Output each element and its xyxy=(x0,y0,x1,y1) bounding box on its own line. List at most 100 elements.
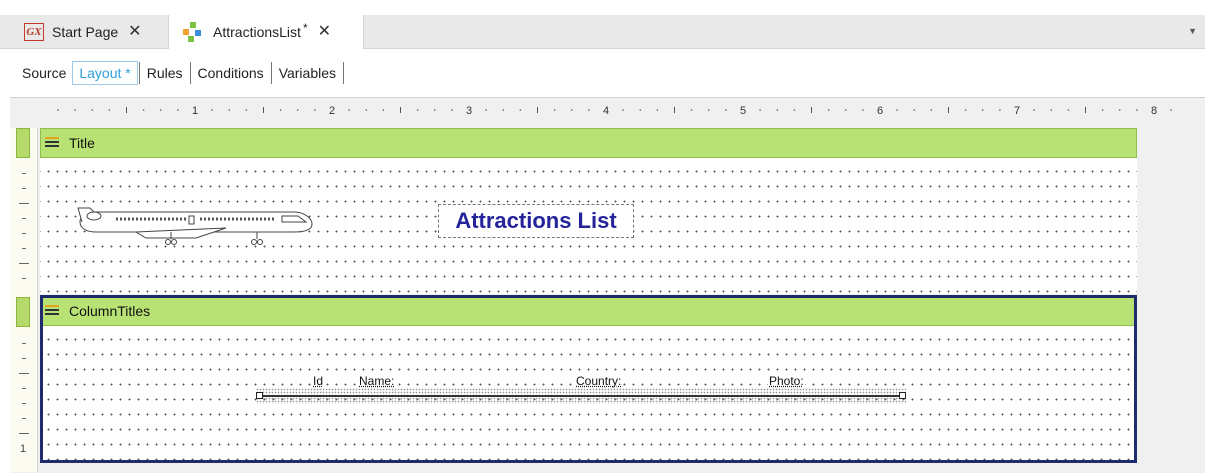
ruler-tick xyxy=(913,109,916,111)
ruler-number: 8 xyxy=(1151,105,1157,117)
ruler-tick xyxy=(1101,109,1104,111)
tab-attractions-list[interactable]: AttractionsList * ✕ xyxy=(168,15,364,49)
ruler-tick xyxy=(999,109,1001,111)
ruler-tick xyxy=(896,109,898,111)
vertical-ruler: 1 xyxy=(10,128,38,472)
line-bar xyxy=(260,395,902,397)
ruler-tick xyxy=(245,109,248,111)
airplane-image[interactable] xyxy=(76,202,316,246)
ruler-tick xyxy=(142,109,145,111)
ruler-number: 6 xyxy=(877,105,883,117)
ruler-tick xyxy=(793,109,796,111)
ruler-tick xyxy=(1170,109,1172,111)
ruler-tick xyxy=(365,109,368,111)
dirty-marker: * xyxy=(302,21,308,35)
ruler-tick xyxy=(228,109,231,111)
band-header-columntitles[interactable]: ColumnTitles xyxy=(40,296,1137,326)
vertical-ruler-tick xyxy=(22,388,26,389)
vertical-ruler-tick xyxy=(22,358,26,359)
vertical-ruler-tick xyxy=(19,373,29,374)
resize-handle-left[interactable] xyxy=(256,392,263,399)
band-lines-icon xyxy=(43,304,61,318)
ruler-tick xyxy=(348,109,350,111)
ruler-tick xyxy=(827,109,830,111)
ruler-tick xyxy=(622,109,624,111)
ruler-number: 7 xyxy=(1014,105,1020,117)
band-columntitles-label: ColumnTitles xyxy=(69,303,151,319)
ruler-tick xyxy=(416,109,419,111)
ruler-tick xyxy=(279,109,282,111)
ruler-tick xyxy=(964,109,967,111)
gx-icon: GX xyxy=(24,22,44,41)
vertical-ruler-tick xyxy=(19,203,29,204)
ruler-tick xyxy=(433,109,436,111)
separator xyxy=(270,62,272,84)
ruler-tick xyxy=(91,109,94,111)
ruler-tick xyxy=(451,109,453,111)
ruler-tick xyxy=(1067,109,1070,111)
resize-handle-right[interactable] xyxy=(899,392,906,399)
procedure-icon xyxy=(181,21,203,43)
close-icon[interactable]: ✕ xyxy=(128,23,141,40)
ruler-tick xyxy=(211,109,213,111)
horizontal-ruler: 1 2 3 4 5 6 7 8 xyxy=(57,105,1172,117)
subtab-rules[interactable]: Rules xyxy=(141,61,189,85)
tab-start-page[interactable]: GX Start Page ✕ xyxy=(16,15,168,48)
column-title-id[interactable]: Id xyxy=(312,374,325,388)
ruler-tick xyxy=(981,109,984,111)
ruler-tick xyxy=(862,109,864,111)
ruler-tick xyxy=(707,109,710,111)
column-title-country[interactable]: Country: xyxy=(575,374,623,388)
title-band-handle[interactable] xyxy=(16,128,30,158)
object-part-tabs: Source Layout * Rules Conditions Variabl… xyxy=(16,58,345,88)
separator-line-control[interactable] xyxy=(256,388,906,404)
ruler-tick xyxy=(1050,109,1053,111)
tab-label: AttractionsList xyxy=(213,24,301,40)
ruler-tick xyxy=(656,109,659,111)
ruler-tick xyxy=(502,109,505,111)
vertical-ruler-tick xyxy=(22,418,26,419)
ruler-tick xyxy=(159,109,162,111)
ruler-tick xyxy=(776,109,779,111)
ruler-tick xyxy=(844,109,847,111)
column-title-photo[interactable]: Photo: xyxy=(768,374,805,388)
vertical-ruler-tick xyxy=(19,263,29,264)
vertical-ruler-tick xyxy=(22,218,26,219)
ruler-tick xyxy=(588,109,590,111)
ruler-tick xyxy=(314,109,316,111)
vertical-ruler-tick xyxy=(22,188,26,189)
vertical-ruler-tick xyxy=(19,433,29,434)
column-title-name[interactable]: Name: xyxy=(358,374,396,388)
ruler-tick xyxy=(296,109,299,111)
subtab-conditions[interactable]: Conditions xyxy=(192,61,270,85)
subtab-layout[interactable]: Layout * xyxy=(72,61,138,85)
vertical-ruler-tick xyxy=(22,233,26,234)
separator xyxy=(343,62,345,84)
ruler-tick xyxy=(1118,109,1121,111)
band-lines-icon xyxy=(43,136,61,150)
band-header-title[interactable]: Title xyxy=(40,128,1137,158)
ruler-tick xyxy=(570,109,573,111)
tab-label: Start Page xyxy=(52,23,119,40)
tab-list-dropdown-icon[interactable]: ▼ xyxy=(1188,26,1197,36)
subtab-variables[interactable]: Variables xyxy=(273,61,342,85)
columntitles-band-handle[interactable] xyxy=(16,297,30,327)
ruler-number: 5 xyxy=(740,105,746,117)
ruler-number: 2 xyxy=(329,105,335,117)
ruler-tick xyxy=(553,109,556,111)
report-title-text[interactable]: Attractions List xyxy=(438,204,634,238)
subtab-source[interactable]: Source xyxy=(16,61,72,85)
ruler-tick xyxy=(1033,109,1035,111)
ruler-tick xyxy=(759,109,761,111)
ruler-tick xyxy=(382,109,385,111)
vertical-ruler-number: 1 xyxy=(20,443,27,455)
ruler-tick xyxy=(690,109,693,111)
ruler-number: 4 xyxy=(603,105,609,117)
separator xyxy=(138,62,140,84)
vertical-ruler-tick xyxy=(22,343,26,344)
ruler-tick xyxy=(930,109,933,111)
ruler-tick xyxy=(1136,109,1138,111)
band-title-label: Title xyxy=(69,135,95,151)
close-icon[interactable]: ✕ xyxy=(318,24,331,40)
vertical-ruler-tick xyxy=(22,248,26,249)
